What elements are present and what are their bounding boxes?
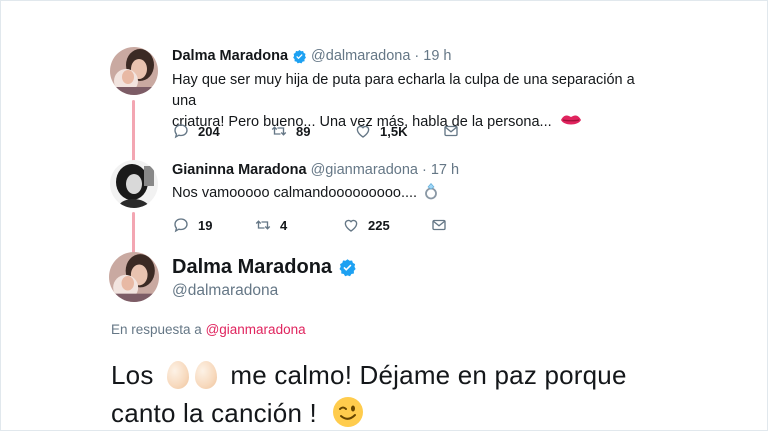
message-button[interactable]	[430, 216, 456, 234]
thread-connector	[132, 100, 135, 162]
reply-prefix: En respuesta a	[111, 322, 202, 337]
reply-icon	[174, 124, 188, 139]
retweet-count: 89	[296, 123, 311, 139]
lips-icon	[560, 115, 581, 125]
envelope-icon	[432, 219, 446, 231]
author-name[interactable]: Gianinna Maradona	[172, 162, 307, 178]
tweet-text-content: Nos vamooooo calmandooooooooo....	[172, 185, 418, 201]
message-button[interactable]	[442, 122, 468, 140]
author-handle[interactable]: @dalmaradona	[172, 282, 278, 300]
retweet-count: 4	[280, 217, 288, 233]
like-button[interactable]: 1,5K	[354, 122, 442, 140]
avatar-photo	[110, 47, 158, 95]
avatar-photo	[109, 252, 159, 302]
reply-icon	[174, 218, 188, 233]
author-name[interactable]: Dalma Maradona	[172, 48, 288, 64]
tweet-header: Dalma Maradona @dalmaradona · 19 h	[172, 48, 452, 64]
verified-badge-icon	[293, 49, 306, 63]
author-handle[interactable]: @gianmaradona	[311, 162, 418, 178]
reply-context: En respuesta a @gianmaradona	[111, 322, 306, 337]
reply-count: 19	[198, 217, 213, 233]
tweet-header: Gianinna Maradona @gianmaradona · 17 h	[172, 162, 459, 178]
tweet-text-line: Los me calmo! Déjame en paz porque	[111, 356, 731, 394]
retweet-button[interactable]: 89	[270, 122, 354, 140]
avatar[interactable]	[110, 47, 158, 95]
author-name[interactable]: Dalma Maradona	[172, 256, 332, 279]
reply-button[interactable]: 204	[172, 122, 270, 140]
avatar[interactable]	[110, 160, 158, 208]
heart-icon	[344, 219, 358, 232]
tweet-text-line: Hay que ser muy hija de puta para echarl…	[172, 72, 635, 109]
retweet-button[interactable]: 4	[254, 216, 342, 234]
tweet-text: Nos vamooooo calmandooooooooo....	[172, 182, 438, 204]
tweet-text-line: canto la canción !	[111, 394, 731, 432]
verified-badge-icon	[339, 259, 356, 277]
egg-icon	[194, 361, 217, 389]
reply-mention-link[interactable]: @gianmaradona	[206, 322, 306, 337]
ring-icon	[425, 183, 437, 200]
retweet-icon	[271, 126, 287, 136]
like-button[interactable]: 225	[342, 216, 430, 234]
author-handle[interactable]: @dalmaradona	[311, 48, 410, 64]
envelope-icon	[444, 125, 458, 137]
tweet-timestamp[interactable]: 19 h	[423, 48, 451, 64]
tweet-text-content: canto la canción !	[111, 398, 317, 428]
avatar-photo	[110, 160, 158, 208]
avatar[interactable]	[109, 252, 159, 302]
main-tweet-text: Los me calmo! Déjame en paz porque canto…	[111, 356, 731, 432]
reply-button[interactable]: 19	[172, 216, 254, 234]
tweet-text-content: Los	[111, 360, 154, 390]
tweet-text-content: me calmo! Déjame en paz porque	[230, 360, 627, 390]
tweet-timestamp[interactable]: 17 h	[431, 162, 459, 178]
heart-icon	[356, 125, 370, 138]
winking-face-icon	[333, 397, 364, 427]
like-count: 1,5K	[380, 123, 408, 139]
egg-icon	[166, 361, 189, 389]
retweet-icon	[255, 220, 271, 230]
separator-dot: ·	[414, 48, 420, 64]
author-name-row: Dalma Maradona	[172, 256, 361, 279]
separator-dot: ·	[422, 162, 427, 178]
like-count: 225	[368, 217, 390, 233]
reply-count: 204	[198, 123, 220, 139]
tweet-actions: 204 89 1,5K	[172, 122, 468, 140]
tweet-actions: 19 4 225	[172, 216, 456, 234]
